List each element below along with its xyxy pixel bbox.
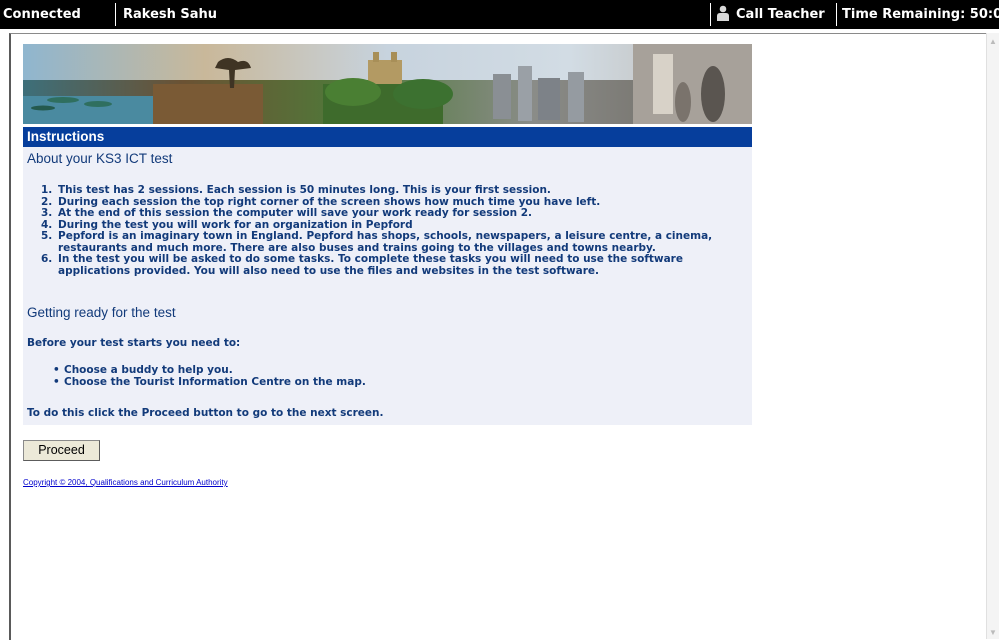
copyright-link[interactable]: Copyright © 2004, Qualifications and Cur… [23,478,228,487]
time-remaining: Time Remaining: 50:00 [842,7,999,22]
vertical-scrollbar[interactable]: ▲ ▼ [986,33,999,639]
divider [836,3,837,26]
list-item: • Choose the Tourist Information Centre o… [53,375,366,388]
pepford-banner-image [23,44,752,124]
instructions-panel: About your KS3 ICT test 1. This test has … [23,147,752,425]
scroll-down-arrow-icon[interactable]: ▼ [989,628,997,637]
list-item: 6. In the test you will be asked to do so… [41,253,683,277]
user-name: Rakesh Sahu [123,7,218,22]
scroll-up-arrow-icon[interactable]: ▲ [989,37,997,46]
list-item: 5. Pepford is an imaginary town in Englan… [41,230,713,254]
getting-ready-title: Getting ready for the test [27,305,176,320]
before-test-text: Before your test starts you need to: [27,337,241,349]
about-test-title: About your KS3 ICT test [27,151,173,166]
divider [115,3,116,26]
proceed-button[interactable]: Proceed [23,440,100,461]
instructions-heading: Instructions [23,127,752,147]
instructions-list: 1. This test has 2 sessions. Each session… [23,184,752,277]
banner-collage [23,44,752,124]
call-teacher-button[interactable]: Call Teacher [716,0,825,29]
top-status-bar: Connected Rakesh Sahu Call Teacher Time … [0,0,999,29]
proceed-instruction-text: To do this click the Proceed button to g… [27,407,384,419]
divider [710,3,711,26]
connection-status: Connected [3,7,81,22]
call-teacher-label: Call Teacher [736,7,825,22]
person-icon [717,5,729,21]
preparation-bullet-list: • Choose a buddy to help you. • Choose the… [23,364,752,388]
